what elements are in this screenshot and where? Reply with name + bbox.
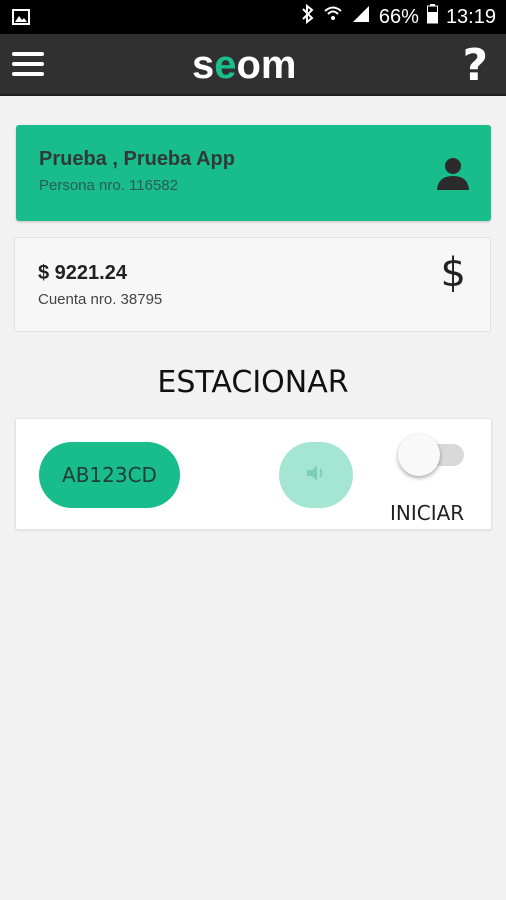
account-number: Cuenta nro. 38795 xyxy=(38,291,163,308)
sound-button[interactable] xyxy=(279,442,353,508)
section-title: ESTACIONAR xyxy=(157,365,349,400)
person-number: Persona nro. 116582 xyxy=(39,177,178,194)
app-bar: seom ? xyxy=(0,34,506,96)
battery-percent: 66% xyxy=(378,5,419,28)
person-name: Prueba , Prueba App xyxy=(39,148,235,170)
gallery-icon xyxy=(12,9,30,30)
hamburger-menu-icon[interactable] xyxy=(12,52,44,78)
start-label: INICIAR xyxy=(390,501,465,525)
person-card[interactable]: Prueba , Prueba App Persona nro. 116582 xyxy=(16,125,491,221)
account-card[interactable]: $ 9221.24 Cuenta nro. 38795 $ xyxy=(14,237,491,332)
battery-icon xyxy=(426,4,438,30)
account-balance: $ 9221.24 xyxy=(38,262,127,284)
clock: 13:19 xyxy=(445,5,496,28)
app-logo: seom xyxy=(192,42,297,87)
plate-button[interactable]: AB123CD xyxy=(39,442,180,508)
status-bar: 66% 13:19 xyxy=(0,0,506,34)
parking-card: AB123CD INICIAR xyxy=(15,418,492,530)
start-toggle[interactable] xyxy=(398,434,470,476)
bluetooth-icon xyxy=(301,3,315,30)
volume-icon xyxy=(305,463,327,488)
dollar-icon: $ xyxy=(440,250,466,296)
help-button[interactable]: ? xyxy=(462,40,488,91)
wifi-icon xyxy=(323,5,343,29)
user-icon xyxy=(435,155,471,191)
signal-icon xyxy=(351,5,371,29)
